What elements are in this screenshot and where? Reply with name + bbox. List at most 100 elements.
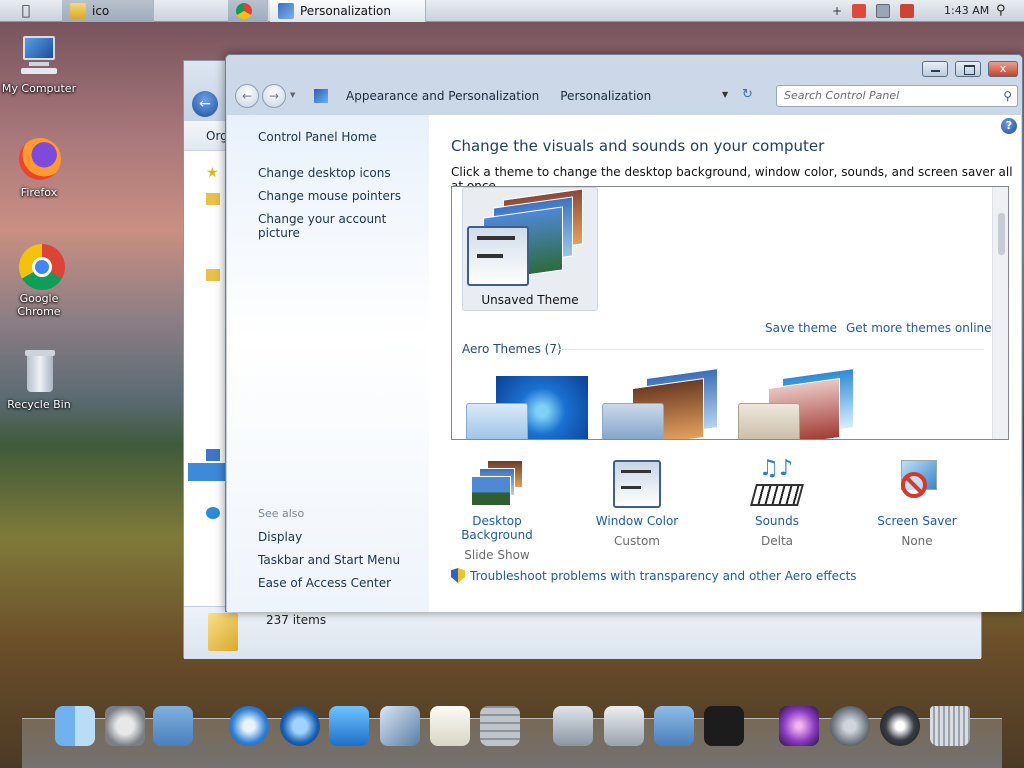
screen-saver-button[interactable]: Screen Saver None bbox=[857, 458, 977, 548]
change-mouse-pointers-link[interactable]: Change mouse pointers bbox=[258, 189, 401, 203]
trash-icon[interactable] bbox=[930, 706, 970, 746]
desktop-icon-recycle-bin[interactable]: Recycle Bin bbox=[1, 350, 77, 411]
control-panel-icon bbox=[278, 3, 294, 19]
textedit-icon[interactable] bbox=[430, 706, 470, 746]
help-button[interactable]: ? bbox=[1001, 118, 1017, 134]
calculator-icon[interactable] bbox=[480, 706, 520, 746]
sounds-icon: ♫ ♪ bbox=[747, 458, 807, 512]
finder-icon[interactable] bbox=[55, 706, 95, 746]
get-more-themes-link[interactable]: Get more themes online bbox=[846, 321, 992, 335]
tool-name: Window Color bbox=[595, 514, 679, 528]
power-icon[interactable] bbox=[880, 706, 920, 746]
maximize-button[interactable] bbox=[955, 61, 981, 77]
save-theme-link[interactable]: Save theme bbox=[765, 321, 837, 335]
theme-gallery[interactable]: Unsaved Theme Save theme Get more themes… bbox=[451, 186, 1009, 440]
screen-saver-icon bbox=[887, 458, 947, 512]
personalization-window[interactable]: x ← → ▼ Appearance and Personalization P… bbox=[225, 54, 1023, 612]
chrome-icon bbox=[17, 244, 65, 290]
forward-button[interactable]: → bbox=[262, 84, 286, 108]
theme-architecture[interactable] bbox=[602, 367, 722, 439]
search-input[interactable]: Search Control Panel ⚲ bbox=[776, 85, 1018, 107]
volume-muted-icon[interactable] bbox=[900, 4, 915, 18]
folder-icon bbox=[70, 3, 86, 19]
libraries-icon[interactable] bbox=[206, 269, 220, 281]
control-panel-icon bbox=[314, 89, 328, 103]
desktop-icon-google-chrome[interactable]: Google Chrome bbox=[1, 244, 77, 318]
close-button[interactable]: x bbox=[988, 61, 1018, 77]
ease-of-access-link[interactable]: Ease of Access Center bbox=[258, 576, 391, 590]
address-dropdown-icon[interactable]: ▼ bbox=[722, 90, 728, 99]
folder-icon bbox=[208, 613, 238, 651]
computer-icon[interactable] bbox=[206, 449, 220, 461]
scrollbar-thumb[interactable] bbox=[998, 213, 1005, 255]
disk-utility-icon[interactable] bbox=[604, 706, 644, 746]
system-preferences-icon[interactable] bbox=[105, 706, 145, 746]
taskbar-button-personalization[interactable]: Personalization bbox=[270, 0, 426, 22]
dashboard-icon[interactable] bbox=[704, 706, 744, 746]
desktop-icon-my-computer[interactable]: My Computer bbox=[1, 34, 77, 95]
library-folder-icon[interactable] bbox=[654, 706, 694, 746]
tool-value: Slide Show bbox=[464, 548, 530, 562]
taskbar-button-chrome[interactable] bbox=[228, 0, 268, 22]
troubleshoot-row: Troubleshoot problems with transparency … bbox=[451, 568, 857, 583]
theme-characters[interactable] bbox=[738, 367, 858, 439]
favorites-star-icon[interactable]: ★ bbox=[206, 165, 219, 181]
change-desktop-icons-link[interactable]: Change desktop icons bbox=[258, 166, 391, 180]
folder-icon[interactable] bbox=[206, 193, 220, 205]
theme-windows-7[interactable] bbox=[466, 373, 588, 439]
desktop-icon-label: Google Chrome bbox=[17, 292, 61, 318]
writer-icon[interactable] bbox=[329, 706, 369, 746]
task-pane: Control Panel Home Change desktop icons … bbox=[227, 115, 429, 612]
back-arrow-icon[interactable]: ← bbox=[192, 91, 218, 117]
minimize-button[interactable] bbox=[922, 61, 948, 77]
tool-value: Custom bbox=[614, 534, 660, 548]
page-title: Change the visuals and sounds on your co… bbox=[451, 137, 825, 155]
window-color-button[interactable]: Window Color Custom bbox=[577, 458, 697, 548]
history-dropdown-icon[interactable]: ▼ bbox=[290, 91, 295, 99]
theme-scrollbar[interactable] bbox=[992, 187, 1008, 439]
desktop-background-icon bbox=[467, 458, 527, 512]
taskbar-button-label: Personalization bbox=[300, 4, 391, 18]
tool-name: Screen Saver bbox=[877, 514, 957, 528]
security-alert-icon[interactable] bbox=[852, 4, 867, 18]
photo-booth-icon[interactable] bbox=[779, 706, 819, 746]
display-link[interactable]: Display bbox=[258, 530, 302, 544]
theme-unsaved[interactable]: Unsaved Theme bbox=[462, 187, 598, 311]
search-icon[interactable]: ⚲ bbox=[1003, 89, 1012, 103]
selected-nav-item[interactable] bbox=[188, 463, 226, 481]
troubleshoot-link[interactable]: Troubleshoot problems with transparency … bbox=[470, 569, 857, 583]
network-icon[interactable] bbox=[206, 507, 220, 519]
launchpad-icon[interactable] bbox=[830, 706, 870, 746]
network-icon[interactable] bbox=[876, 4, 891, 18]
desktop-background-button[interactable]: Desktop Background Slide Show bbox=[437, 458, 557, 562]
refresh-icon[interactable]: ↻ bbox=[742, 87, 753, 102]
app-store-icon[interactable] bbox=[553, 706, 593, 746]
taskbar-start-menu-link[interactable]: Taskbar and Start Menu bbox=[258, 553, 400, 567]
safari-icon[interactable] bbox=[229, 706, 269, 746]
clock[interactable]: 1:43 AM bbox=[944, 4, 989, 17]
firefox-icon bbox=[17, 138, 61, 182]
taskbar-button-ico[interactable]: ico bbox=[62, 0, 154, 22]
preview-icon[interactable] bbox=[380, 706, 420, 746]
system-tray: + bbox=[826, 0, 915, 22]
address-toolbar: ← → ▼ Appearance and Personalization Per… bbox=[228, 82, 1020, 112]
control-panel-home-link[interactable]: Control Panel Home bbox=[258, 130, 377, 144]
content-pane: ? Change the visuals and sounds on your … bbox=[429, 115, 1021, 612]
change-account-picture-link[interactable]: Change your account picture bbox=[258, 212, 429, 240]
tool-value: Delta bbox=[760, 534, 793, 548]
uac-shield-icon bbox=[451, 568, 465, 583]
tool-value: None bbox=[901, 534, 933, 548]
breadcrumb-personalization[interactable]: Personalization bbox=[560, 89, 651, 103]
quicktime-icon[interactable] bbox=[280, 706, 320, 746]
desktop-icon-firefox[interactable]: Firefox bbox=[1, 138, 77, 199]
explorer-status-bar: 237 items bbox=[184, 606, 981, 659]
sounds-button[interactable]: ♫ ♪ Sounds Delta bbox=[717, 458, 837, 548]
back-button[interactable]: ← bbox=[235, 84, 259, 108]
breadcrumb-appearance[interactable]: Appearance and Personalization bbox=[346, 89, 539, 103]
apple-icon[interactable]:  bbox=[18, 3, 34, 19]
breadcrumb[interactable]: Appearance and Personalization Personali… bbox=[314, 85, 734, 107]
tray-expand-icon[interactable]: + bbox=[832, 4, 842, 18]
spotlight-search-icon[interactable]: ⚲ bbox=[996, 3, 1006, 18]
users-folder-icon[interactable] bbox=[153, 706, 193, 746]
item-count: 237 items bbox=[266, 613, 327, 627]
